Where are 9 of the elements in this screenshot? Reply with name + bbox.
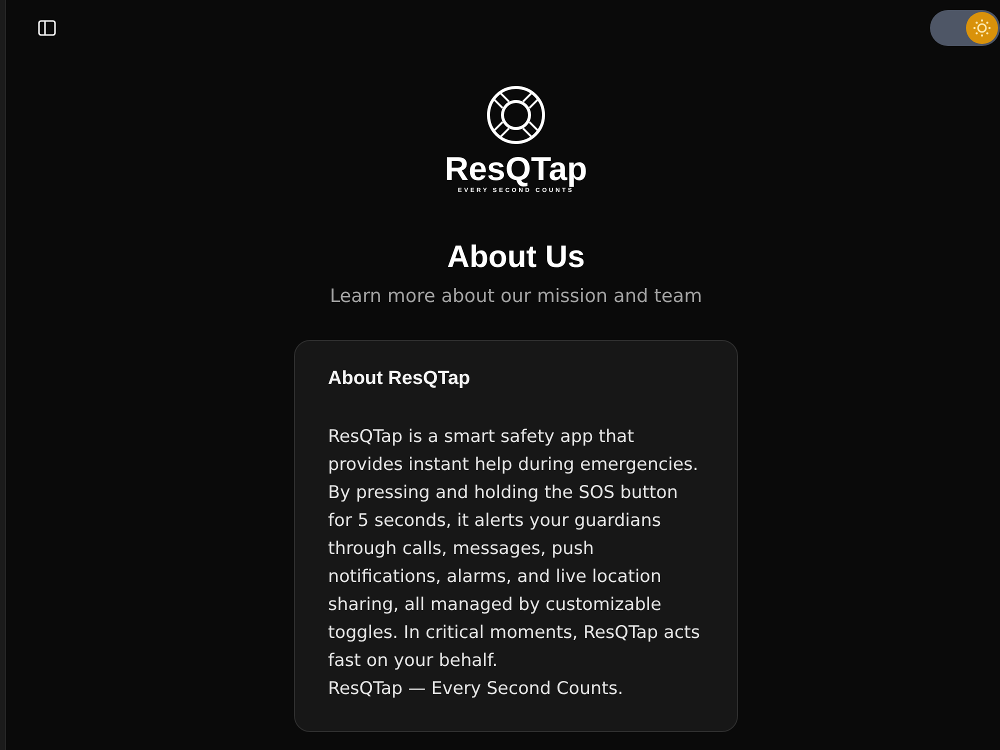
lifebuoy-icon bbox=[486, 85, 546, 145]
theme-toggle[interactable] bbox=[930, 10, 1000, 46]
card-paragraph: ResQTap — Every Second Counts. bbox=[328, 678, 624, 701]
sidebar-icon[interactable] bbox=[38, 20, 56, 36]
logo-wordmark: ResQTap bbox=[444, 151, 588, 187]
page-title: About Us bbox=[447, 238, 585, 276]
card-title: About ResQTap bbox=[328, 367, 472, 391]
page-subtitle: Learn more about our mission and team bbox=[330, 285, 702, 309]
card-paragraph: ResQTap is a smart safety app that provides instant help during emergencies. By pressing and holding the SOS button for 5 seconds, it alerts your guardians through calls, messages, push notifications, alarms, and live location sharing, all managed by customizable toggles. In critical moments, ResQTap acts fast on your behalf. bbox=[328, 426, 701, 673]
